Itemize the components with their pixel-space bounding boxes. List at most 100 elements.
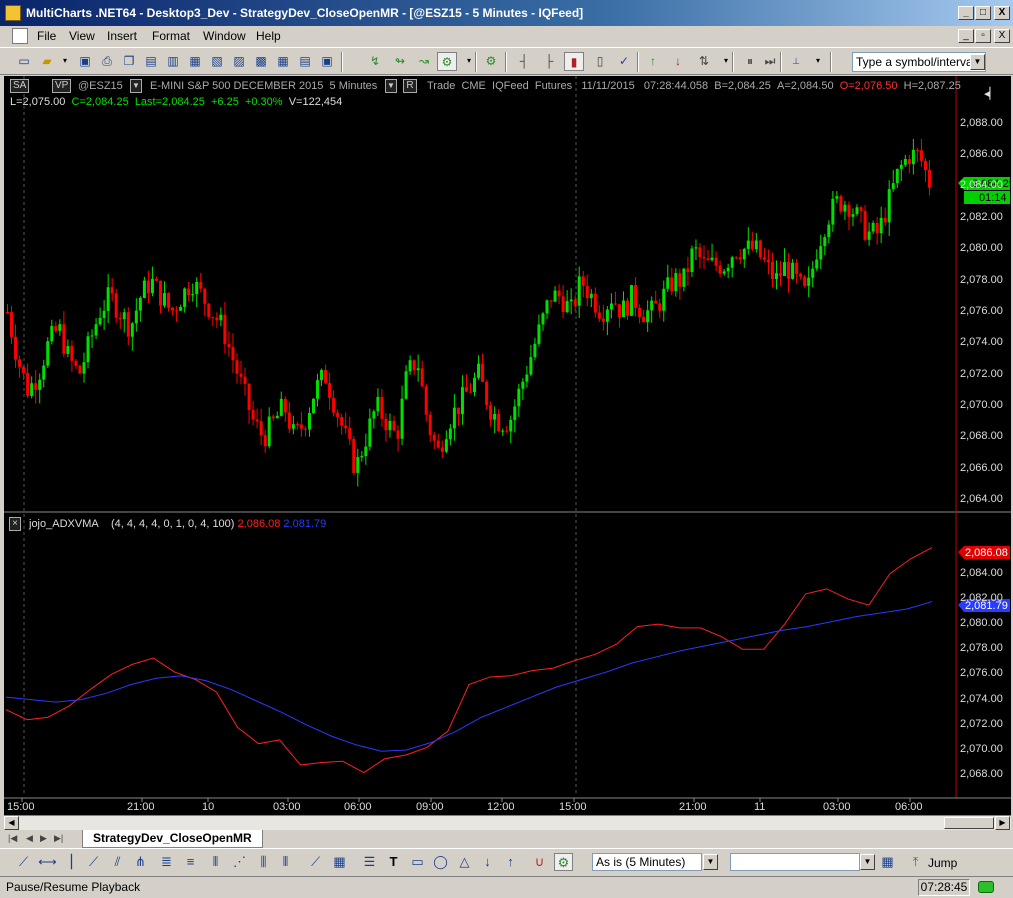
- mdi-minimize-button[interactable]: _: [958, 29, 974, 43]
- interval-dropdown[interactable]: ▼: [385, 79, 397, 93]
- document-icon[interactable]: [12, 28, 28, 44]
- scroll-to-end-icon[interactable]: ◂▏: [984, 86, 998, 100]
- drawing-settings-icon[interactable]: ⚙: [554, 853, 573, 871]
- open-dropdown-icon[interactable]: ▾: [55, 52, 75, 71]
- symbol-interval-input[interactable]: Type a symbol/interval: [852, 52, 986, 72]
- tab-first-icon[interactable]: |◀: [8, 833, 17, 844]
- strategy-icon[interactable]: ⚙: [437, 52, 457, 71]
- tab-last-icon[interactable]: ▶|: [54, 833, 63, 844]
- calendar-icon[interactable]: ▦: [878, 853, 897, 871]
- sell-icon[interactable]: ↓: [668, 52, 688, 71]
- pitchfork-icon[interactable]: ⋔: [131, 853, 150, 871]
- fib-fan-icon[interactable]: ⋰: [230, 853, 249, 871]
- tab-next-icon[interactable]: ▶: [40, 833, 47, 844]
- close-button[interactable]: X: [994, 6, 1010, 20]
- resolution-combo[interactable]: As is (5 Minutes): [592, 853, 702, 871]
- ellipse-icon[interactable]: ◯: [431, 853, 450, 871]
- format-window-icon[interactable]: ▥: [163, 52, 183, 71]
- quote-icon[interactable]: ▨: [229, 52, 249, 71]
- regression-channel-icon[interactable]: ⟋: [306, 853, 325, 871]
- date-jump-combo[interactable]: [730, 853, 860, 871]
- tick-chart-icon[interactable]: ⊥: [786, 52, 806, 71]
- menu-insert[interactable]: Insert: [107, 29, 137, 43]
- tab-strategydev-closeopenmr[interactable]: StrategyDev_CloseOpenMR: [82, 830, 263, 848]
- magnet-icon[interactable]: ∪: [530, 853, 549, 871]
- scanner-icon[interactable]: ▩: [251, 52, 271, 71]
- chart-type-dropdown-icon[interactable]: ▾: [808, 52, 828, 71]
- candlestick-icon[interactable]: ▮: [564, 52, 584, 71]
- title-bar[interactable]: MultiCharts .NET64 - Desktop3_Dev - Stra…: [0, 0, 1013, 26]
- menu-format[interactable]: Format: [152, 29, 190, 43]
- alert-icon[interactable]: ▣: [317, 52, 337, 71]
- date-dropdown-arrow[interactable]: ▼: [860, 854, 875, 870]
- jump-icon[interactable]: ⤒: [906, 853, 925, 871]
- symbol-dropdown-arrow[interactable]: ▼: [970, 54, 985, 70]
- triangle-icon[interactable]: △: [455, 853, 474, 871]
- maximize-button[interactable]: □: [975, 6, 991, 20]
- arrow-up-icon[interactable]: ↑: [501, 853, 520, 871]
- buy-icon[interactable]: ↑: [643, 52, 663, 71]
- vertical-line-icon[interactable]: ⎮: [62, 853, 81, 871]
- scroll-left-arrow[interactable]: ◀: [4, 816, 19, 830]
- reverse-icon[interactable]: ⇅: [694, 52, 714, 71]
- insert-drawing-icon[interactable]: ↝: [414, 52, 434, 71]
- menu-help[interactable]: Help: [256, 29, 281, 43]
- multicharts-app-icon[interactable]: [5, 5, 21, 21]
- vp-button[interactable]: VP: [52, 79, 72, 93]
- hollow-candle-icon[interactable]: ▯: [590, 52, 610, 71]
- open-folder-icon[interactable]: ▰: [37, 52, 57, 71]
- workspace-icon[interactable]: ▧: [207, 52, 227, 71]
- scrollbar-thumb[interactable]: [944, 817, 994, 829]
- save-icon[interactable]: ▣: [75, 52, 95, 71]
- line-chart-icon[interactable]: ✓: [614, 52, 634, 71]
- new-window-icon[interactable]: ▭: [14, 52, 34, 71]
- print-icon[interactable]: ⎙: [97, 52, 117, 71]
- menu-view[interactable]: View: [69, 29, 95, 43]
- indicator-close-icon[interactable]: ×: [9, 517, 21, 531]
- grid-icon[interactable]: ▦: [330, 853, 349, 871]
- order-icon[interactable]: ▤: [295, 52, 315, 71]
- pause-icon[interactable]: ⏸: [740, 52, 760, 71]
- arrow-down-icon[interactable]: ↓: [478, 853, 497, 871]
- insert-signal-icon[interactable]: ↬: [390, 52, 410, 71]
- gann-fan-icon[interactable]: ⫼: [254, 853, 273, 871]
- r-button[interactable]: R: [403, 79, 417, 93]
- chart-window[interactable]: 2,084.25 01:14 2,086.08 2,081.79 ◂▏ SA V…: [4, 76, 1011, 818]
- down-candle: [678, 273, 682, 287]
- mdi-close-button[interactable]: X: [994, 29, 1010, 43]
- properties-icon[interactable]: ▦: [185, 52, 205, 71]
- down-candle: [750, 240, 754, 250]
- menu-window[interactable]: Window: [203, 29, 246, 43]
- fib-timezone-icon[interactable]: ⦀: [206, 853, 225, 871]
- rectangle-icon[interactable]: ▭: [408, 853, 427, 871]
- chart-horizontal-scrollbar[interactable]: ◀ ▶: [4, 815, 1011, 830]
- resolution-dropdown-arrow[interactable]: ▼: [703, 854, 718, 870]
- menu-file[interactable]: File: [37, 29, 56, 43]
- optimize-icon[interactable]: ⚙: [481, 52, 501, 71]
- dom-icon[interactable]: ▦: [273, 52, 293, 71]
- scroll-right-arrow[interactable]: ▶: [995, 816, 1010, 830]
- jump-button[interactable]: Jump: [928, 856, 957, 870]
- toolbar-separator: [637, 52, 639, 72]
- symbol-dropdown[interactable]: ▼: [130, 79, 142, 93]
- text-list-icon[interactable]: ☰: [360, 853, 379, 871]
- mdi-restore-button[interactable]: ▫: [975, 29, 991, 43]
- cycle-lines-icon[interactable]: ⫴: [276, 853, 295, 871]
- fib-extension-icon[interactable]: ≡: [181, 853, 200, 871]
- horizontal-line-icon[interactable]: ⟷: [38, 853, 57, 871]
- text-tool-icon[interactable]: T: [384, 853, 403, 871]
- layout-icon[interactable]: ▤: [141, 52, 161, 71]
- chart-canvas[interactable]: 2,084.25 01:14 2,086.08 2,081.79 ◂▏: [4, 76, 1011, 818]
- ray-icon[interactable]: ⟋: [84, 853, 103, 871]
- trendline-icon[interactable]: ⟋: [14, 853, 33, 871]
- step-icon[interactable]: ⏭: [760, 52, 780, 71]
- copy-icon[interactable]: ❐: [119, 52, 139, 71]
- channel-icon[interactable]: ⫽: [108, 853, 127, 871]
- minimize-button[interactable]: _: [958, 6, 974, 20]
- tab-prev-icon[interactable]: ◀: [26, 833, 33, 844]
- ohlc-bar-icon[interactable]: ┤: [514, 52, 534, 71]
- fibonacci-retracement-icon[interactable]: ≣: [157, 853, 176, 871]
- sa-button[interactable]: SA: [10, 79, 30, 93]
- hlc-bar-icon[interactable]: ├: [539, 52, 559, 71]
- insert-study-icon[interactable]: ↯: [365, 52, 385, 71]
